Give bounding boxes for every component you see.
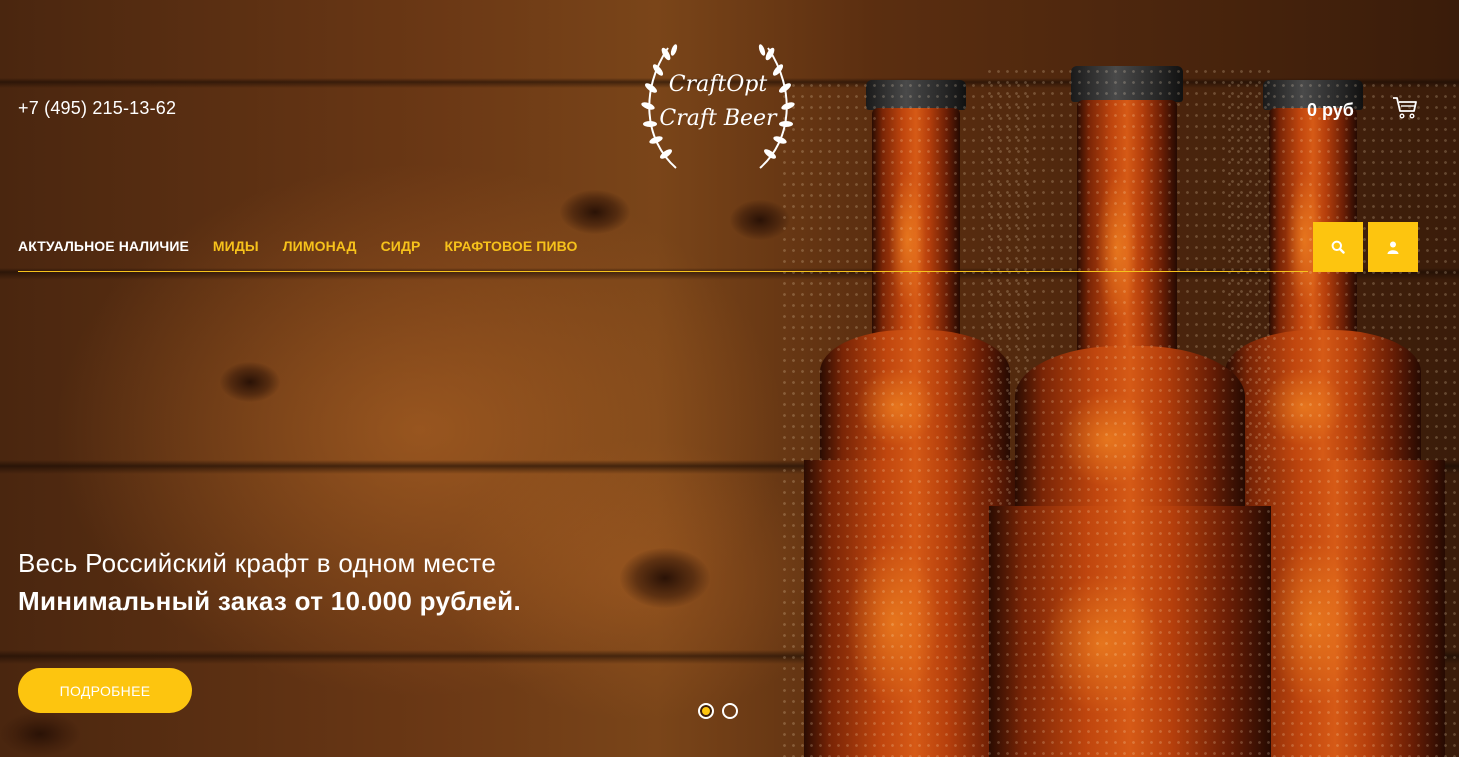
nav-divider <box>18 271 1308 272</box>
phone-number[interactable]: +7 (495) 215-13-62 <box>18 98 176 119</box>
cart-total[interactable]: 0 руб <box>1307 100 1354 121</box>
cart-icon[interactable] <box>1392 96 1418 120</box>
logo-line1: CraftOpt <box>668 72 768 97</box>
bottle <box>985 66 1275 757</box>
wood-knot <box>0 712 80 756</box>
wood-knot <box>220 362 280 402</box>
main-nav: АКТУАЛЬНОЕ НАЛИЧИЕ МИДЫ ЛИМОНАД СИДР КРА… <box>18 238 601 254</box>
nav-item-current-stock[interactable]: АКТУАЛЬНОЕ НАЛИЧИЕ <box>18 238 189 254</box>
wood-knot <box>620 548 710 608</box>
search-icon <box>1331 240 1345 254</box>
logo-line2: Craft Beer <box>659 106 777 131</box>
more-button[interactable]: ПОДРОБНЕЕ <box>18 668 192 713</box>
slider-dot-2[interactable] <box>722 703 738 719</box>
nav-item-cider[interactable]: СИДР <box>381 238 421 254</box>
hero-title: Весь Российский крафт в одном месте <box>18 548 497 578</box>
nav-item-craft-beer[interactable]: КРАФТОВОЕ ПИВО <box>444 238 577 254</box>
nav-item-lemonade[interactable]: ЛИМОНАД <box>283 238 357 254</box>
user-icon <box>1387 241 1399 254</box>
hero-subtitle: Минимальный заказ от 10.000 рублей. <box>18 586 521 616</box>
slider-dot-1[interactable] <box>698 703 714 719</box>
slider-dots <box>698 703 738 719</box>
user-button[interactable] <box>1368 222 1418 272</box>
wood-knot <box>560 190 630 234</box>
search-button[interactable] <box>1313 222 1363 272</box>
nav-item-mead[interactable]: МИДЫ <box>213 238 259 254</box>
logo[interactable]: CraftOpt Craft Beer <box>636 40 800 176</box>
beer-bottles-image <box>760 60 1459 757</box>
